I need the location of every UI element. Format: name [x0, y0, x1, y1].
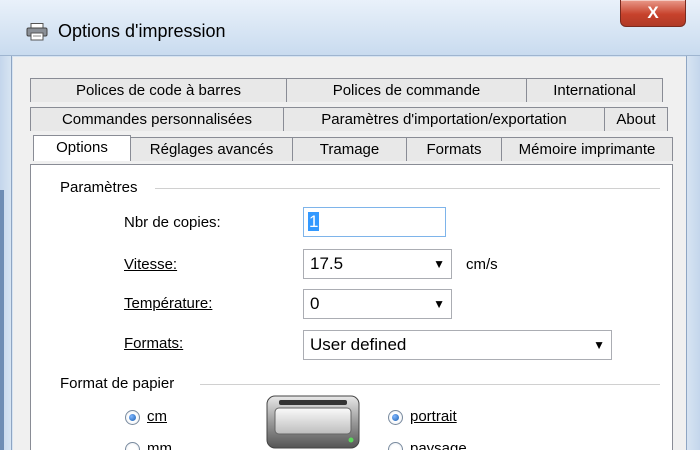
title-bar: Options d'impression X	[0, 0, 700, 56]
radio-cm[interactable]	[125, 410, 140, 425]
window-frame-right	[686, 56, 700, 450]
tab-formats[interactable]: Formats	[406, 137, 502, 161]
vitesse-unit: cm/s	[466, 256, 498, 273]
tab-polices-commande[interactable]: Polices de commande	[286, 78, 527, 102]
copies-label: Nbr de copies:	[124, 214, 221, 231]
tab-about[interactable]: About	[604, 107, 668, 131]
tab-label: International	[553, 82, 636, 99]
radio-cm-label: cm	[147, 408, 167, 425]
tab-label: Mémoire imprimante	[518, 141, 656, 158]
temperature-combo[interactable]: 0 ▼	[303, 289, 452, 319]
printer-icon	[26, 23, 48, 41]
tab-label: Options	[56, 139, 108, 156]
tab-label: About	[616, 111, 656, 128]
radio-portrait[interactable]	[388, 410, 403, 425]
tab-label: Paramètres d'importation/exportation	[321, 111, 567, 128]
radio-paysage[interactable]	[388, 442, 403, 450]
vitesse-label: Vitesse:	[124, 256, 178, 273]
chevron-down-icon: ▼	[593, 338, 605, 352]
temperature-label: Température:	[124, 295, 213, 312]
copies-input[interactable]: 1	[303, 207, 446, 237]
tab-label: Tramage	[319, 141, 380, 158]
tab-commandes-personnalisees[interactable]: Commandes personnalisées	[30, 107, 284, 131]
tab-polices-code-barres[interactable]: Polices de code à barres	[30, 78, 287, 102]
tab-label: Commandes personnalisées	[61, 111, 253, 128]
window-frame-accent	[0, 190, 4, 450]
group-divider-format-papier	[200, 384, 660, 385]
tab-parametres-import-export[interactable]: Paramètres d'importation/exportation	[283, 107, 605, 131]
chevron-down-icon: ▼	[433, 257, 445, 271]
vitesse-value: 17.5	[310, 254, 344, 273]
group-divider-parametres	[155, 188, 660, 189]
radio-mm[interactable]	[125, 442, 140, 450]
formats-value: User defined	[310, 335, 407, 354]
label-printer-image	[266, 395, 360, 449]
tab-tramage[interactable]: Tramage	[292, 137, 407, 161]
close-icon: X	[647, 3, 659, 22]
tab-label: Réglages avancés	[149, 141, 274, 158]
close-button[interactable]: X	[620, 0, 686, 27]
radio-paysage-label: paysage	[410, 440, 467, 450]
tab-reglages-avances[interactable]: Réglages avancés	[130, 137, 293, 161]
radio-portrait-label: portrait	[410, 408, 457, 425]
tab-memoire-imprimante[interactable]: Mémoire imprimante	[501, 137, 673, 161]
tab-options[interactable]: Options	[33, 135, 131, 161]
formats-label: Formats:	[124, 335, 184, 352]
group-label-format-papier: Format de papier	[60, 375, 183, 392]
radio-mm-label: mm	[147, 440, 172, 450]
formats-combo[interactable]: User defined ▼	[303, 330, 612, 360]
group-label-parametres: Paramètres	[60, 179, 146, 196]
tab-international[interactable]: International	[526, 78, 663, 102]
copies-value: 1	[308, 212, 320, 231]
window-title: Options d'impression	[58, 21, 226, 41]
tab-label: Formats	[426, 141, 482, 158]
chevron-down-icon: ▼	[433, 297, 445, 311]
tab-label: Polices de code à barres	[75, 82, 242, 99]
temperature-value: 0	[310, 294, 320, 313]
vitesse-combo[interactable]: 17.5 ▼	[303, 249, 452, 279]
tab-label: Polices de commande	[332, 82, 481, 99]
